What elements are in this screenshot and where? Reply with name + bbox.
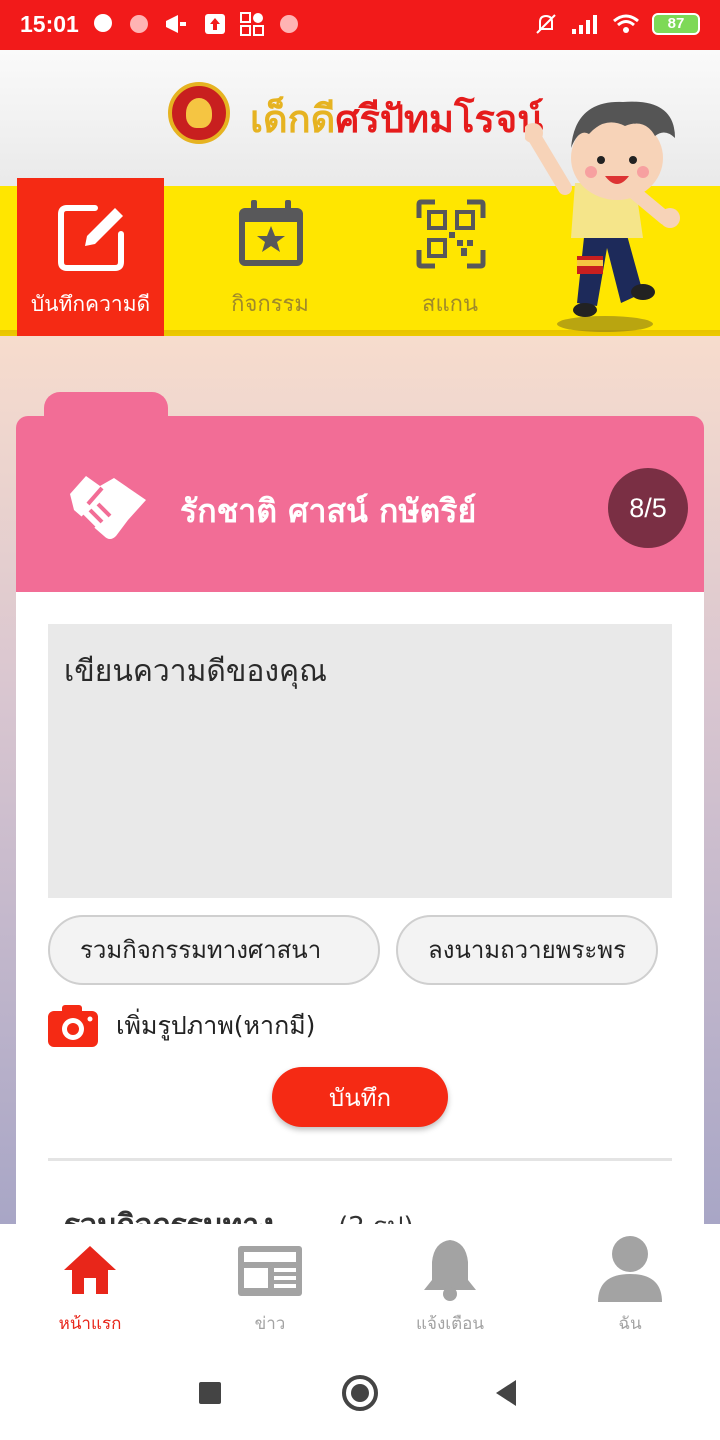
nav-label: ฉัน	[618, 1314, 642, 1334]
nav-label: หน้าแรก	[58, 1314, 122, 1334]
battery-icon: 87	[652, 13, 700, 35]
app-title: เด็กดีศรีปัทมโรจน์	[250, 88, 543, 149]
notification-icons	[92, 12, 300, 36]
handshake-icon	[70, 476, 146, 539]
qr-scan-icon	[416, 199, 486, 269]
app-title-part1: เด็กดี	[250, 99, 336, 141]
nav-home[interactable]: หน้าแรก	[0, 1234, 180, 1344]
camera-icon	[48, 1005, 98, 1047]
status-bar: 15:01 87	[0, 0, 720, 50]
calendar-star-icon	[239, 200, 303, 266]
school-logo	[168, 82, 230, 144]
mascot-illustration	[525, 101, 680, 332]
add-photo-button[interactable]: เพิ่มรูปภาพ(หากมี)	[48, 1004, 315, 1048]
app-dot-icon	[280, 15, 298, 33]
tab-label: บันทึกความดี	[30, 292, 151, 316]
news-icon	[238, 1246, 302, 1296]
home-button[interactable]	[340, 1373, 380, 1413]
category-card-header: รักชาติ ศาสน์ กษัตริย์ 8/5	[16, 416, 704, 594]
category-title: รักชาติ ศาสน์ กษัตริย์	[180, 492, 477, 530]
wifi-icon	[613, 14, 639, 33]
home-icon	[64, 1246, 116, 1294]
edit-icon	[58, 205, 124, 271]
recent-apps-button[interactable]	[197, 1380, 223, 1406]
apps-icon	[240, 12, 264, 36]
app-title-part2: ศรีปัทมโรจน์	[335, 99, 544, 141]
goodness-textarea[interactable]	[48, 624, 672, 898]
megaphone-icon	[166, 15, 186, 33]
upload-icon	[205, 14, 225, 34]
count-badge: 8/5	[608, 468, 688, 548]
mute-icon	[536, 14, 556, 34]
status-time: 15:01	[20, 11, 79, 37]
chat-icon	[94, 14, 112, 32]
nav-notifications[interactable]: แจ้งเตือน	[360, 1234, 540, 1344]
bell-icon	[424, 1240, 476, 1301]
system-navigation	[0, 1350, 720, 1440]
save-button[interactable]: บันทึก	[272, 1067, 448, 1127]
app-dot-icon	[130, 15, 148, 33]
suggestion-chip[interactable]: รวมกิจกรรมทางศาสนา	[48, 915, 380, 985]
back-button[interactable]	[492, 1378, 520, 1408]
user-icon	[598, 1236, 662, 1302]
section-divider	[48, 1158, 672, 1161]
nav-profile[interactable]: ฉัน	[540, 1234, 720, 1344]
tab-label: กิจกรรม	[231, 292, 309, 317]
bottom-navigation: หน้าแรก ข่าว แจ้งเตือน ฉัน	[0, 1224, 720, 1350]
suggestion-chips: รวมกิจกรรมทางศาสนา ลงนามถวายพระพร	[48, 915, 672, 987]
nav-label: ข่าว	[254, 1314, 286, 1334]
suggestion-chip[interactable]: ลงนามถวายพระพร	[396, 915, 658, 985]
add-photo-label: เพิ่มรูปภาพ(หากมี)	[116, 1011, 316, 1040]
signal-icon	[572, 15, 597, 34]
nav-label: แจ้งเตือน	[416, 1314, 484, 1334]
nav-news[interactable]: ข่าว	[180, 1234, 360, 1344]
system-icons: 87	[534, 12, 700, 36]
tab-label: สแกน	[422, 292, 478, 317]
